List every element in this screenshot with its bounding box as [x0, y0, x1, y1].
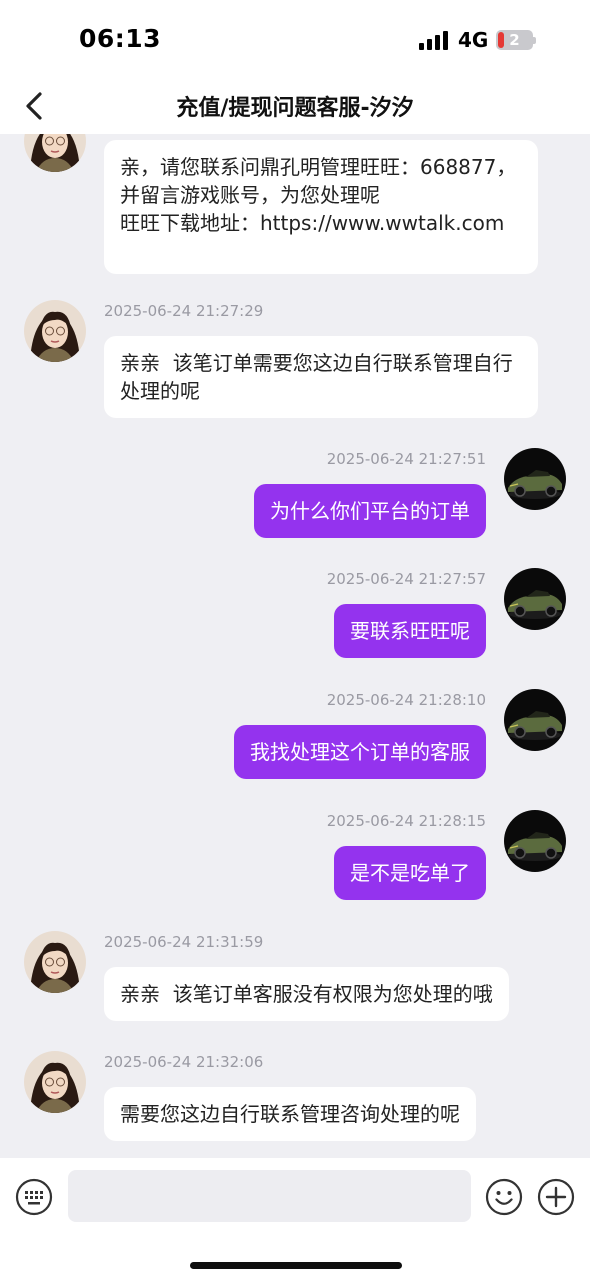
agent-avatar[interactable]	[24, 931, 86, 993]
message-list[interactable]: 亲，请您联系问鼎孔明管理旺旺：668877，并留言游戏账号，为您处理呢 旺旺下载…	[0, 134, 590, 1158]
message-bubble[interactable]: 是不是吃单了	[334, 846, 486, 900]
message-bubble[interactable]: 我找处理这个订单的客服	[234, 725, 486, 779]
user-avatar[interactable]	[504, 810, 566, 872]
message-timestamp: 2025-06-24 21:27:51	[326, 450, 486, 468]
page-title: 充值/提现问题客服-汐汐	[176, 96, 414, 121]
chat-screen: 06:13 4G 2 充值/提现问题客服-汐汐 亲，请您联系问鼎孔明管理旺旺：6…	[0, 0, 590, 1280]
cell-signal-icon	[419, 30, 449, 50]
message-timestamp: 2025-06-24 21:28:15	[326, 812, 486, 830]
home-indicator[interactable]	[190, 1262, 402, 1269]
emoji-button[interactable]	[485, 1178, 523, 1216]
car-icon	[504, 689, 566, 751]
message-timestamp: 2025-06-24 21:28:10	[326, 691, 486, 709]
agent-avatar[interactable]	[24, 300, 86, 362]
agent-avatar[interactable]	[24, 1051, 86, 1113]
user-avatar[interactable]	[504, 689, 566, 751]
message-timestamp: 2025-06-24 21:31:59	[104, 933, 264, 951]
message-bubble[interactable]: 亲亲 该笔订单需要您这边自行联系管理自行处理的呢	[104, 336, 538, 418]
portrait-icon	[24, 931, 86, 993]
message-bubble[interactable]: 亲亲 该笔订单客服没有权限为您处理的哦	[104, 967, 509, 1021]
battery-icon: 2	[496, 30, 536, 50]
message-timestamp: 2025-06-24 21:27:29	[104, 302, 264, 320]
car-icon	[504, 568, 566, 630]
portrait-icon	[24, 134, 86, 172]
network-type: 4G	[458, 28, 489, 52]
nav-bar: 充值/提现问题客服-汐汐	[0, 78, 590, 134]
user-avatar[interactable]	[504, 448, 566, 510]
car-icon	[504, 810, 566, 872]
message-input[interactable]	[68, 1170, 471, 1222]
smiley-icon	[485, 1178, 523, 1216]
message-bubble[interactable]: 要联系旺旺呢	[334, 604, 486, 658]
portrait-icon	[24, 1051, 86, 1113]
message-bubble[interactable]: 亲，请您联系问鼎孔明管理旺旺：668877，并留言游戏账号，为您处理呢 旺旺下载…	[104, 140, 538, 274]
user-avatar[interactable]	[504, 568, 566, 630]
add-attachment-button[interactable]	[537, 1178, 575, 1216]
car-icon	[504, 448, 566, 510]
keyboard-toggle-button[interactable]	[15, 1178, 53, 1216]
battery-level: 2	[509, 31, 520, 49]
message-timestamp: 2025-06-24 21:32:06	[104, 1053, 264, 1071]
portrait-icon	[24, 300, 86, 362]
status-bar: 06:13 4G 2	[0, 0, 590, 78]
plus-circle-icon	[537, 1178, 575, 1216]
message-bubble[interactable]: 为什么你们平台的订单	[254, 484, 486, 538]
message-bubble[interactable]: 需要您这边自行联系管理咨询处理的呢	[104, 1087, 476, 1141]
keyboard-icon	[15, 1178, 53, 1216]
agent-avatar[interactable]	[24, 134, 86, 172]
status-time: 06:13	[79, 24, 162, 53]
message-timestamp: 2025-06-24 21:27:57	[326, 570, 486, 588]
